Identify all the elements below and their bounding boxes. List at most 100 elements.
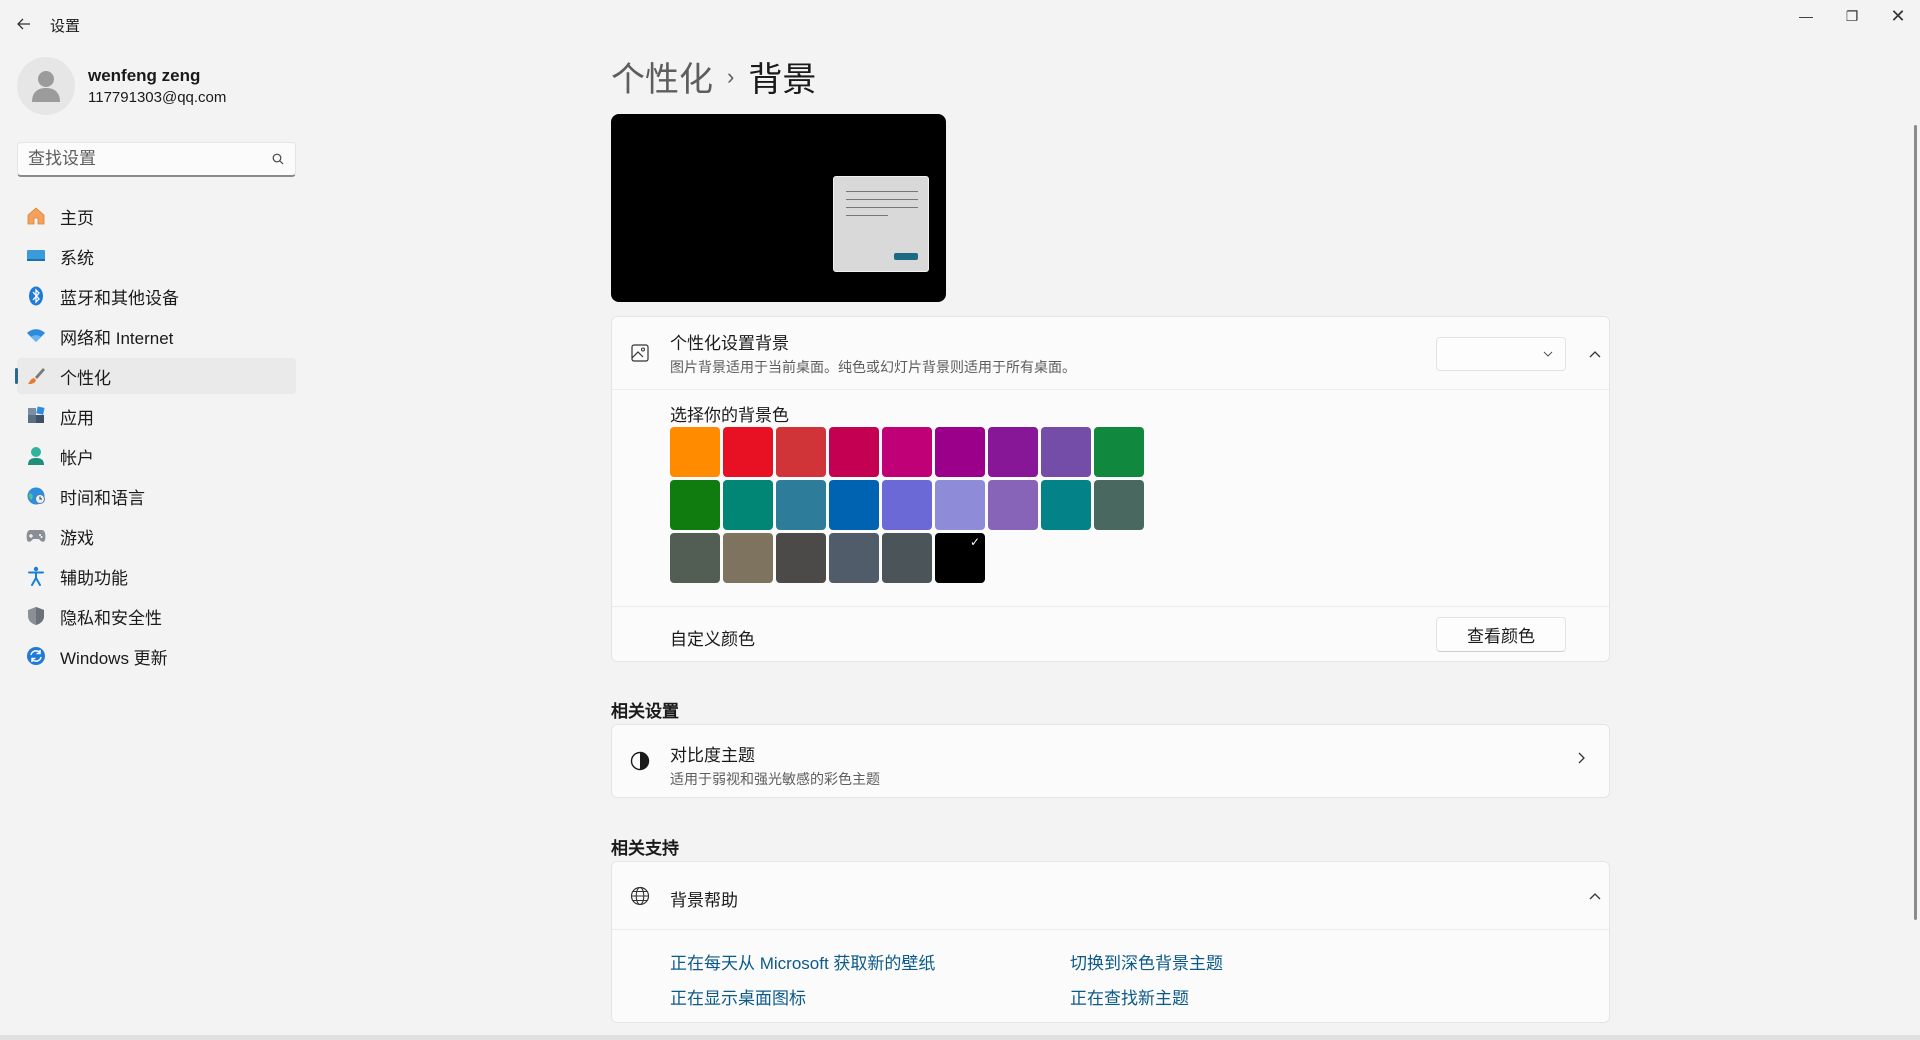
scrollbar[interactable] bbox=[1914, 125, 1917, 920]
color-swatch[interactable] bbox=[988, 480, 1038, 530]
bluetooth-icon bbox=[25, 285, 47, 307]
help-collapse-button[interactable] bbox=[1580, 881, 1610, 911]
color-swatch[interactable] bbox=[882, 427, 932, 477]
profile-name: wenfeng zeng bbox=[88, 66, 201, 85]
help-title: 背景帮助 bbox=[670, 891, 738, 910]
color-swatch[interactable] bbox=[988, 427, 1038, 477]
background-type-dropdown[interactable] bbox=[1436, 337, 1566, 371]
sidebar-item-accounts[interactable]: 帐户 bbox=[17, 438, 296, 474]
collapse-button[interactable] bbox=[1580, 339, 1610, 369]
color-swatch[interactable] bbox=[670, 533, 720, 583]
display-icon bbox=[25, 245, 47, 267]
color-swatch[interactable] bbox=[670, 427, 720, 477]
sidebar-item-label: 系统 bbox=[60, 248, 94, 268]
gamepad-icon bbox=[25, 525, 47, 547]
account-icon bbox=[25, 445, 47, 467]
sidebar-item-time-language[interactable]: 时间和语言 bbox=[17, 478, 296, 514]
minimize-button[interactable]: — bbox=[1783, 0, 1829, 32]
breadcrumb-separator: › bbox=[727, 63, 735, 89]
sidebar-item-privacy[interactable]: 隐私和安全性 bbox=[17, 598, 296, 634]
chevron-right-icon bbox=[1578, 751, 1585, 769]
background-header-row: 个性化设置背景 图片背景适用于当前桌面。纯色或幻灯片背景则适用于所有桌面。 bbox=[612, 317, 1609, 390]
checkmark-icon: ✓ bbox=[969, 535, 980, 549]
sidebar-item-label: 应用 bbox=[60, 408, 94, 428]
color-swatch[interactable] bbox=[829, 427, 879, 477]
desktop-preview bbox=[611, 114, 946, 302]
back-button[interactable] bbox=[10, 10, 38, 38]
chevron-up-icon bbox=[1589, 892, 1601, 899]
color-swatch[interactable] bbox=[1094, 480, 1144, 530]
color-swatch[interactable] bbox=[670, 480, 720, 530]
sidebar-item-label: 个性化 bbox=[60, 368, 111, 388]
help-link-dark-theme[interactable]: 切换到深色背景主题 bbox=[1070, 949, 1470, 974]
sidebar-item-home[interactable]: 主页 bbox=[17, 198, 296, 234]
sidebar-item-apps[interactable]: 应用 bbox=[17, 398, 296, 434]
color-swatch[interactable] bbox=[1094, 427, 1144, 477]
bottom-edge bbox=[0, 1035, 1920, 1040]
sidebar-item-windows-update[interactable]: Windows 更新 bbox=[17, 638, 296, 674]
sidebar-item-label: 辅助功能 bbox=[60, 568, 128, 588]
help-link-find-themes[interactable]: 正在查找新主题 bbox=[1070, 984, 1470, 1009]
search-input[interactable] bbox=[28, 149, 271, 169]
view-colors-button[interactable]: 查看颜色 bbox=[1436, 617, 1566, 652]
contrast-icon bbox=[628, 749, 652, 773]
color-swatch[interactable] bbox=[882, 533, 932, 583]
chevron-down-icon bbox=[1543, 346, 1553, 360]
color-swatch[interactable] bbox=[882, 480, 932, 530]
background-help-card: 背景帮助 正在每天从 Microsoft 获取新的壁纸 切换到深色背景主题 正在… bbox=[611, 861, 1610, 1023]
help-link-desktop-icons[interactable]: 正在显示桌面图标 bbox=[670, 984, 1070, 1009]
user-profile[interactable]: wenfeng zeng 117791303@qq.com bbox=[17, 57, 226, 115]
color-swatch[interactable] bbox=[829, 533, 879, 583]
contrast-themes-card[interactable]: 对比度主题 适用于弱视和强光敏感的彩色主题 bbox=[611, 724, 1610, 798]
sidebar-item-label: 帐户 bbox=[60, 448, 94, 468]
search-box[interactable] bbox=[17, 142, 296, 177]
color-swatch[interactable] bbox=[723, 427, 773, 477]
brush-icon bbox=[25, 365, 47, 387]
title-bar: 设置 — ❐ ✕ bbox=[0, 0, 1920, 48]
color-swatch[interactable] bbox=[829, 480, 879, 530]
sidebar-item-personalization[interactable]: 个性化 bbox=[15, 358, 296, 394]
maximize-button[interactable]: ❐ bbox=[1829, 0, 1875, 32]
sidebar-item-label: 网络和 Internet bbox=[60, 328, 174, 348]
chevron-up-icon bbox=[1589, 350, 1601, 357]
sidebar-item-system[interactable]: 系统 bbox=[17, 238, 296, 274]
color-swatch[interactable] bbox=[1041, 427, 1091, 477]
avatar bbox=[17, 57, 75, 115]
color-swatch[interactable] bbox=[723, 480, 773, 530]
update-icon bbox=[25, 645, 47, 667]
related-settings-title: 相关设置 bbox=[611, 702, 679, 721]
close-button[interactable]: ✕ bbox=[1875, 0, 1920, 32]
sidebar-item-bluetooth[interactable]: 蓝牙和其他设备 bbox=[17, 278, 296, 314]
breadcrumb-parent[interactable]: 个性化 bbox=[611, 52, 713, 101]
person-icon bbox=[32, 71, 60, 102]
preview-window bbox=[833, 176, 929, 272]
breadcrumb: 个性化 › 背景 bbox=[611, 52, 816, 101]
globe-clock-icon bbox=[25, 485, 47, 507]
app-title: 设置 bbox=[50, 18, 81, 35]
help-header-row[interactable]: 背景帮助 bbox=[612, 862, 1609, 930]
related-support-title: 相关支持 bbox=[611, 839, 679, 858]
color-swatch[interactable] bbox=[776, 480, 826, 530]
sidebar-item-gaming[interactable]: 游戏 bbox=[17, 518, 296, 554]
background-settings-card: 个性化设置背景 图片背景适用于当前桌面。纯色或幻灯片背景则适用于所有桌面。 选择… bbox=[611, 316, 1610, 662]
contrast-title: 对比度主题 bbox=[670, 746, 755, 765]
color-swatch[interactable] bbox=[935, 480, 985, 530]
color-swatch[interactable] bbox=[776, 533, 826, 583]
color-swatch[interactable] bbox=[1041, 480, 1091, 530]
sidebar-item-network[interactable]: 网络和 Internet bbox=[17, 318, 296, 354]
sidebar-item-label: Windows 更新 bbox=[60, 648, 168, 668]
picture-icon bbox=[628, 341, 652, 365]
profile-email: 117791303@qq.com bbox=[88, 89, 227, 106]
search-icon[interactable] bbox=[271, 152, 285, 166]
color-swatch[interactable] bbox=[935, 427, 985, 477]
color-swatch[interactable] bbox=[776, 427, 826, 477]
apps-icon bbox=[25, 405, 47, 427]
color-swatch-selected[interactable]: ✓ bbox=[935, 533, 985, 583]
sidebar-item-label: 主页 bbox=[60, 208, 94, 228]
sidebar-nav: 主页 系统 蓝牙和其他设备 网络和 Internet 个性化 应用 帐户 时间和… bbox=[15, 198, 296, 678]
help-link-daily-wallpaper[interactable]: 正在每天从 Microsoft 获取新的壁纸 bbox=[670, 949, 1070, 974]
color-swatch[interactable] bbox=[723, 533, 773, 583]
page-title: 背景 bbox=[748, 61, 817, 99]
colors-title: 选择你的背景色 bbox=[670, 406, 789, 425]
sidebar-item-accessibility[interactable]: 辅助功能 bbox=[17, 558, 296, 594]
